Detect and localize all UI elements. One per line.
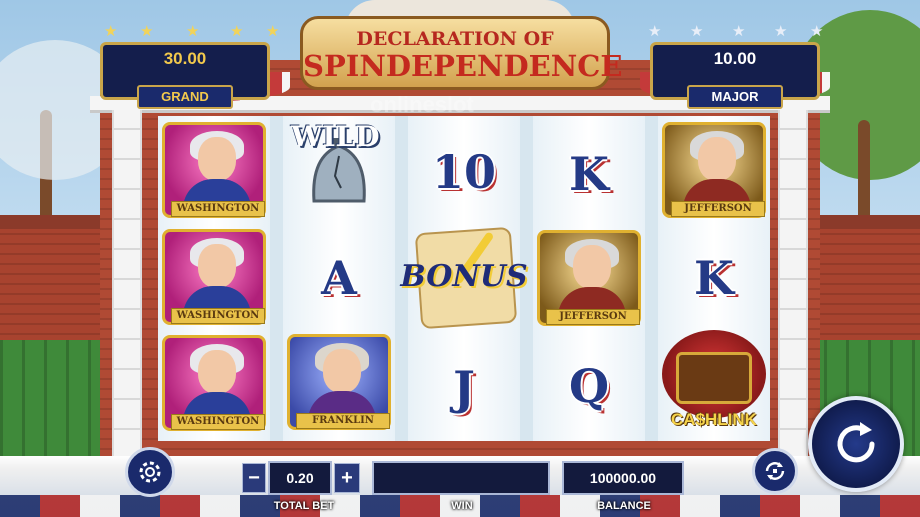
settings-button[interactable] [125,447,175,497]
jefferson-portrait: JEFFERSON [537,230,641,326]
major-jackpot-panel: 10.00 MAJOR [650,42,820,109]
symbol-name: WASHINGTON [171,201,265,217]
washington-portrait: WASHINGTON [162,229,266,325]
pillar-left [112,110,142,460]
decrease-bet-button[interactable]: − [242,463,266,493]
washington-portrait: WASHINGTON [162,122,266,218]
franklin-portrait: FRANKLIN [287,334,391,430]
symbol-card: K [533,124,645,224]
star-icon: ★ [774,23,788,40]
star-icon: ★ [230,23,244,40]
total-bet-label: TOTAL BET [273,500,335,512]
card-letter: A [321,251,357,305]
card-letter: K [569,147,609,201]
symbol-washington: WASHINGTON [158,227,270,327]
grand-jackpot-label: GRAND [137,85,233,109]
increase-bet-button[interactable]: + [334,463,360,493]
symbol-card: Q [533,336,645,436]
grand-jackpot-panel: 30.00 GRAND [100,42,270,109]
symbol-name: JEFFERSON [546,309,640,325]
star-icon: ★ [266,23,280,40]
symbol-washington: WASHINGTON [158,333,270,433]
star-icon: ★ [140,23,154,40]
symbol-name: WASHINGTON [171,308,265,324]
game-background: WASHINGTON WASHINGTON WASHINGTON WILD A … [0,0,920,517]
reel-5: JEFFERSON K CA$HLINK [658,116,770,441]
win-value [372,461,550,495]
star-icon: ★ [810,23,824,40]
symbol-jefferson: JEFFERSON [658,120,770,220]
logo-line-1: DECLARATION OF [356,28,554,50]
card-letter: Q [568,359,610,413]
symbol-card: K [658,228,770,328]
win-label: WIN [451,500,473,512]
autoplay-icon [765,462,785,480]
symbol-wild: WILD [283,116,395,216]
wild-label: WILD [291,120,380,153]
major-jackpot-label: MAJOR [687,85,783,109]
cashlink-label: CA$HLINK [671,410,757,429]
reel-area: WASHINGTON WASHINGTON WASHINGTON WILD A … [158,116,770,441]
symbol-card: J [408,338,520,438]
washington-portrait: WASHINGTON [162,335,266,431]
symbol-franklin: FRANKLIN [283,332,395,432]
balance-value: 100000.00 [562,461,684,495]
jefferson-portrait: JEFFERSON [662,122,766,218]
reel-2: WILD A FRANKLIN [283,116,395,441]
star-icon: ★ [732,23,746,40]
star-icon: ★ [648,23,662,40]
autoplay-button[interactable] [752,448,798,494]
star-icon: ★ [690,23,704,40]
balance-label: BALANCE [597,500,651,512]
symbol-name: WASHINGTON [171,414,265,430]
treasure-chest-icon [676,352,752,404]
symbol-cashlink: CA$HLINK [658,330,770,430]
symbol-name: JEFFERSON [671,201,765,217]
star-icon: ★ [186,23,200,40]
reel-3: 10 BONUS J [400,116,528,441]
card-letter: J [453,361,475,415]
bonus-label: BONUS [400,258,528,294]
spin-icon [837,422,875,463]
major-jackpot-value: 10.00 [713,49,757,68]
gear-icon [139,461,161,483]
symbol-jefferson: JEFFERSON [533,228,645,328]
reel-4: K JEFFERSON Q [533,116,645,441]
grand-jackpot-value: 30.00 [163,49,207,68]
reel-1: WASHINGTON WASHINGTON WASHINGTON [158,116,270,441]
watermark: onlineslot [370,92,474,117]
card-letter: 10 [431,145,496,199]
star-icon: ★ [104,23,118,40]
symbol-card: A [283,228,395,328]
symbol-bonus: BONUS [400,226,528,330]
game-logo: DECLARATION OF SPINDEPENDENCE [300,16,623,90]
logo-line-2: SPINDEPENDENCE [303,49,623,83]
total-bet-value: 0.20 [268,461,332,495]
symbol-name: FRANKLIN [296,413,390,429]
symbol-card: 10 [408,122,520,222]
spin-button[interactable] [808,396,904,492]
symbol-washington: WASHINGTON [158,120,270,220]
pillar-right [778,110,808,460]
card-letter: K [694,251,734,305]
